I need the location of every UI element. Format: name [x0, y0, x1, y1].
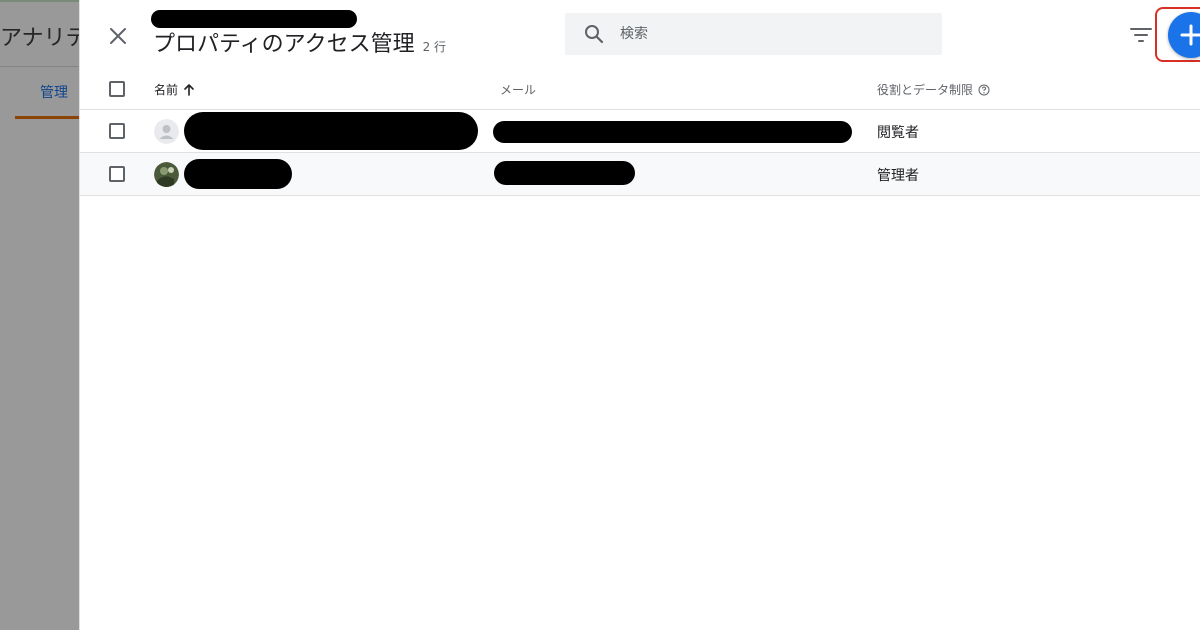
panel-title: プロパティのアクセス管理 [153, 32, 415, 57]
close-button[interactable] [106, 24, 130, 48]
access-table: 名前 メール 役割とデータ制限 閲覧者 管理者 [80, 68, 1200, 196]
filter-button[interactable] [1128, 23, 1154, 47]
panel-header: プロパティのアクセス管理 2 行 [153, 26, 446, 58]
sort-ascending-icon [184, 83, 194, 96]
table-row[interactable]: 閲覧者 [80, 110, 1200, 153]
search-box[interactable] [565, 13, 942, 55]
column-header-name-label: 名前 [154, 83, 179, 97]
help-icon[interactable] [978, 84, 990, 96]
row-count: 2 行 [422, 40, 447, 54]
redacted-email [493, 121, 852, 143]
avatar [154, 119, 179, 144]
column-header-name[interactable]: 名前 [154, 81, 196, 98]
redacted-user-name [184, 112, 478, 150]
search-input[interactable] [620, 26, 920, 42]
add-user-button[interactable] [1168, 12, 1200, 58]
select-all-checkbox[interactable] [109, 81, 125, 97]
column-header-role[interactable]: 役割とデータ制限 [877, 81, 990, 98]
access-management-panel: プロパティのアクセス管理 2 行 名前 [79, 0, 1200, 630]
role-cell: 管理者 [877, 168, 919, 184]
table-header: 名前 メール 役割とデータ制限 [80, 68, 1200, 110]
avatar [154, 162, 179, 187]
column-header-role-label: 役割とデータ制限 [877, 83, 974, 97]
close-icon [110, 28, 126, 44]
search-icon [585, 25, 604, 44]
redacted-user-name [184, 159, 292, 189]
add-icon [1180, 24, 1200, 46]
default-avatar-icon [154, 119, 179, 144]
redacted-email [494, 161, 635, 185]
column-header-email-label: メール [500, 83, 537, 97]
row-checkbox[interactable] [109, 123, 125, 139]
filter-icon [1130, 28, 1152, 42]
role-cell: 閲覧者 [877, 125, 919, 141]
row-checkbox[interactable] [109, 166, 125, 182]
page: アナリテ 管理 プロパティのアクセス管理 2 行 検索 名前 メール 役割とデー… [0, 0, 1200, 630]
table-row[interactable]: 管理者 [80, 153, 1200, 196]
modal-scrim[interactable] [0, 0, 80, 630]
column-header-email[interactable]: メール [500, 81, 536, 98]
user-photo-icon [154, 162, 179, 187]
